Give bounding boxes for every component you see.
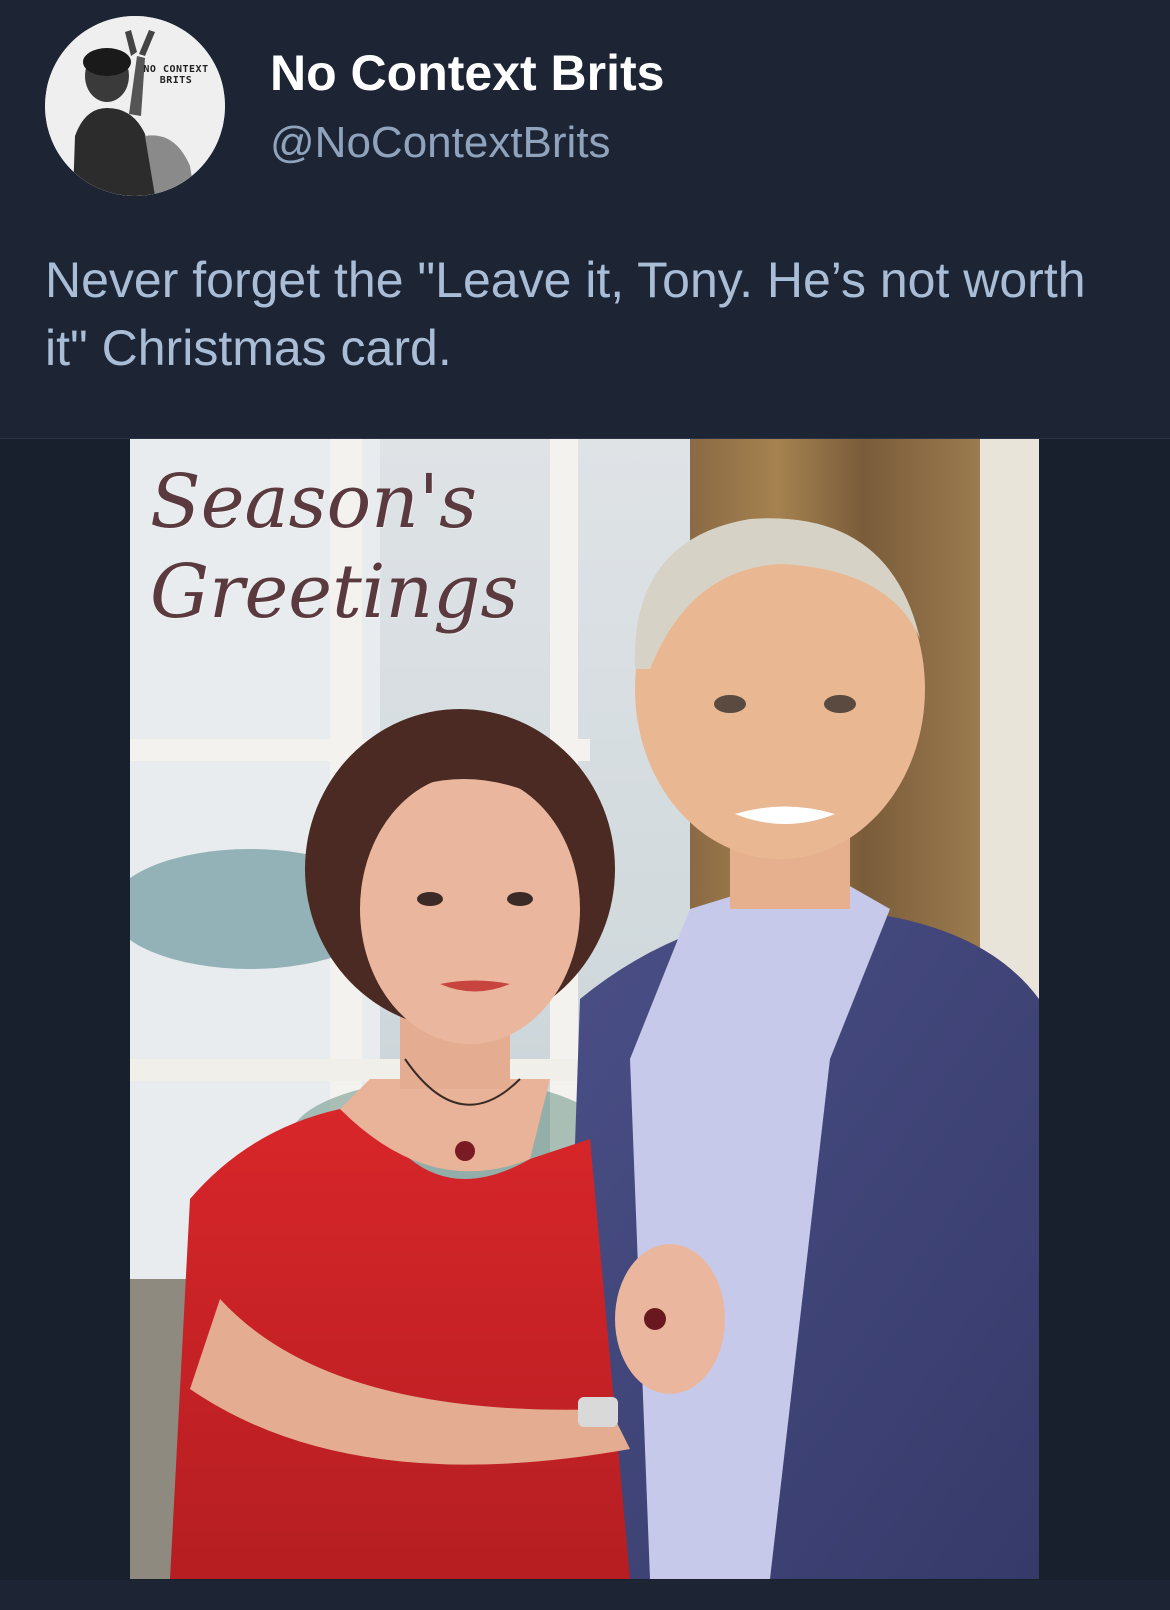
user-handle[interactable]: @NoContextBrits [270,118,611,168]
tweet-header: NO CONTEXT BRITS No Context Brits @NoCon… [0,0,1170,210]
avatar-image [45,16,225,196]
tweet-text: Never forget the "Leave it, Tony. He’s n… [45,252,1086,376]
tweet: NO CONTEXT BRITS No Context Brits @NoCon… [0,0,1170,1610]
christmas-card-photo[interactable]: Season's Greetings [130,439,1039,1579]
avatar-logo-text: NO CONTEXT BRITS [143,64,209,86]
greeting-line-2: Greetings [150,549,519,635]
tweet-media[interactable]: Season's Greetings [0,438,1170,1581]
greeting-line-1: Season's [150,459,478,545]
card-greeting: Season's Greetings [150,457,518,637]
display-name[interactable]: No Context Brits [270,44,664,102]
avatar[interactable]: NO CONTEXT BRITS [45,16,225,196]
bottom-divider [0,1580,1170,1610]
